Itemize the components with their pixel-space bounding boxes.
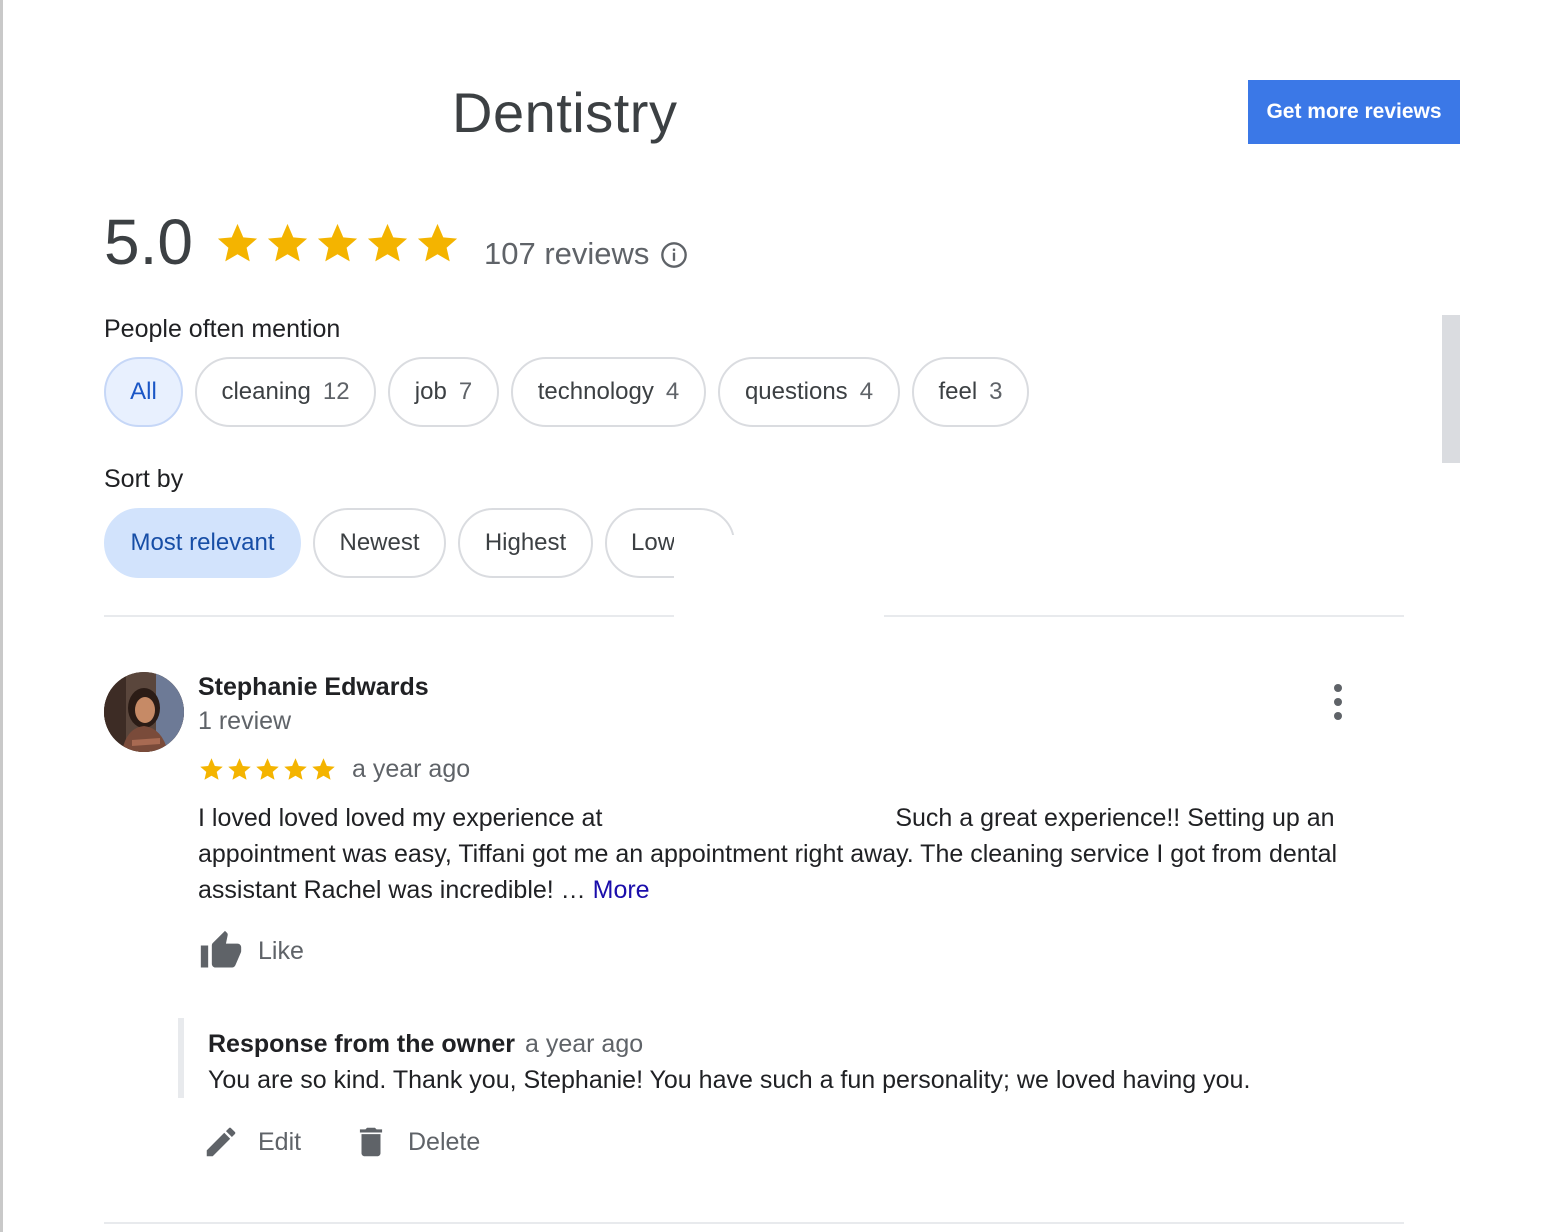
sort-most-relevant[interactable]: Most relevant: [104, 508, 301, 578]
star-icon: [217, 223, 258, 262]
star-icon: [417, 223, 458, 262]
like-button[interactable]: Like: [198, 929, 304, 973]
average-rating: 5.0: [104, 206, 193, 278]
chip-all[interactable]: All: [104, 357, 183, 427]
get-more-reviews-button[interactable]: Get more reviews: [1248, 80, 1460, 144]
sort-highest[interactable]: Highest: [458, 508, 593, 578]
star-icon: [200, 758, 223, 780]
avatar[interactable]: [104, 672, 184, 752]
response-header: Response from the owner a year ago: [208, 1030, 643, 1059]
sort-option-label: Newest: [339, 529, 420, 556]
star-icon: [228, 758, 251, 780]
thumb-up-icon: [200, 930, 242, 968]
chip-label: questions: [744, 378, 848, 405]
chip-job[interactable]: job 7: [388, 357, 499, 427]
trash-icon: [359, 1127, 383, 1157]
response-label: Response from the owner: [208, 1030, 515, 1058]
chip-label: cleaning: [221, 378, 311, 405]
rating-stars: [214, 220, 461, 267]
review-count[interactable]: 107 reviews: [484, 236, 649, 272]
divider: [104, 1222, 1404, 1224]
chip-count: 3: [989, 378, 1003, 405]
reviewer-name[interactable]: Stephanie Edwards: [198, 673, 429, 702]
sort-option-label: Most relevant: [130, 529, 275, 556]
star-icon: [267, 223, 308, 262]
redaction: [674, 535, 884, 635]
chip-count: 4: [665, 378, 680, 405]
more-link[interactable]: More: [593, 876, 650, 904]
star-icon: [256, 758, 279, 780]
chip-questions[interactable]: questions 4: [718, 357, 900, 427]
like-label: Like: [258, 936, 304, 965]
page-title: Dentistry: [452, 81, 678, 144]
delete-button[interactable]: Delete: [352, 1122, 480, 1162]
window-edge: [0, 0, 3, 1232]
sort-option-label: Highest: [484, 529, 567, 556]
chip-label: All: [130, 378, 157, 405]
star-icon: [312, 758, 335, 780]
review-text: I loved loved loved my experience at Suc…: [198, 800, 1408, 908]
star-icon: [317, 223, 358, 262]
review-stars: [198, 756, 337, 783]
chip-count: 12: [322, 378, 350, 405]
sort-option-label: Low: [631, 529, 676, 556]
edit-button[interactable]: Edit: [202, 1122, 301, 1162]
scrollbar-thumb[interactable]: [1442, 315, 1460, 463]
info-icon[interactable]: [660, 241, 688, 269]
chip-feel[interactable]: feel 3: [912, 357, 1029, 427]
delete-label: Delete: [408, 1127, 481, 1156]
pencil-icon: [206, 1127, 236, 1157]
chip-label: feel: [938, 378, 978, 405]
edit-label: Edit: [258, 1127, 302, 1156]
mentions-label: People often mention: [104, 315, 341, 343]
review-date: a year ago: [352, 755, 471, 783]
response-date: a year ago: [525, 1030, 644, 1058]
star-icon: [367, 223, 408, 262]
chip-cleaning[interactable]: cleaning 12: [195, 357, 376, 427]
more-options-icon[interactable]: [1326, 684, 1350, 720]
chip-technology[interactable]: technology 4: [511, 357, 706, 427]
sort-label: Sort by: [104, 465, 184, 493]
review-text-start: I loved loved loved my experience at: [198, 804, 610, 832]
sort-newest[interactable]: Newest: [313, 508, 446, 578]
chip-label: job: [414, 378, 447, 405]
reviewer-review-count: 1 review: [198, 707, 292, 735]
chip-count: 7: [458, 378, 473, 405]
chip-count: 4: [859, 378, 874, 405]
response-text: You are so kind. Thank you, Stephanie! Y…: [208, 1066, 1251, 1094]
star-icon: [284, 758, 307, 780]
chip-label: technology: [537, 378, 654, 405]
